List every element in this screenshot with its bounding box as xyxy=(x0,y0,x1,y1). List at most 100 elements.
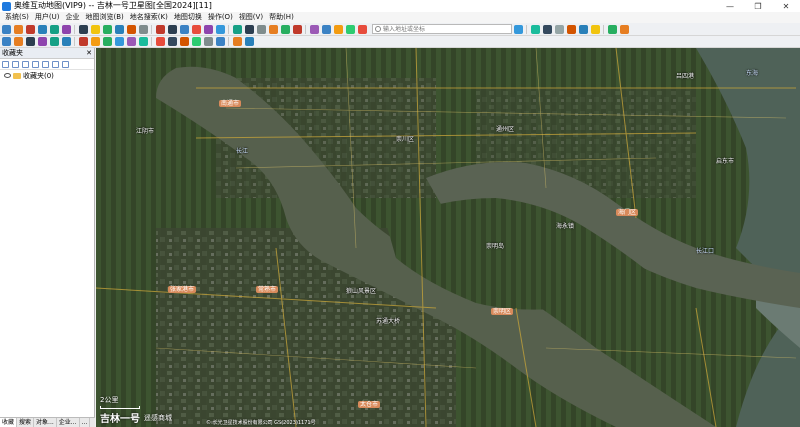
toolbar-tool-icon[interactable] xyxy=(61,24,71,34)
toolbar-tool-icon[interactable] xyxy=(191,24,201,34)
map-label-poi[interactable]: 吕四港 xyxy=(676,73,694,80)
toolbar-tool-icon[interactable] xyxy=(78,37,88,46)
toolbar-tool-icon[interactable] xyxy=(309,24,319,34)
eye-icon[interactable] xyxy=(4,73,11,78)
menu-enterprise[interactable]: 企业 xyxy=(63,12,83,23)
toolbar-tool-icon[interactable] xyxy=(566,24,576,34)
toolbar-tool-icon[interactable] xyxy=(1,37,11,46)
toolbar-tool-icon[interactable] xyxy=(114,37,124,46)
tab-objects[interactable]: 对象... xyxy=(34,418,57,427)
toolbar-tool-icon[interactable] xyxy=(345,24,355,34)
toolbar-tool-icon[interactable] xyxy=(155,37,165,46)
toolbar-tool-icon[interactable] xyxy=(155,24,165,34)
toolbar-tool-icon[interactable] xyxy=(203,37,213,46)
toolbar-tool-icon[interactable] xyxy=(49,37,59,46)
toolbar-tool-icon[interactable] xyxy=(179,37,189,46)
map-label-poi[interactable]: 狼山风景区 xyxy=(346,288,376,295)
new-folder-icon[interactable] xyxy=(12,60,19,68)
toolbar-tool-icon[interactable] xyxy=(1,24,11,34)
menu-view[interactable]: 视图(V) xyxy=(236,12,266,23)
toolbar-tool-icon[interactable] xyxy=(232,37,242,46)
delete-icon[interactable] xyxy=(32,60,39,68)
menu-user[interactable]: 用户(U) xyxy=(32,12,63,23)
map-label-water[interactable]: 东海 xyxy=(746,70,758,77)
toolbar-tool-icon[interactable] xyxy=(357,24,367,34)
search-box[interactable] xyxy=(372,24,512,34)
tab-more[interactable]: ... xyxy=(80,418,91,427)
toolbar-tool-icon[interactable] xyxy=(333,24,343,34)
toolbar-tool-icon[interactable] xyxy=(167,37,177,46)
toolbar-tool-icon[interactable] xyxy=(90,37,100,46)
toolbar-tool-icon[interactable] xyxy=(126,37,136,46)
toolbar-tool-icon[interactable] xyxy=(102,24,112,34)
map-label-water[interactable]: 长江 xyxy=(236,148,248,155)
refresh-icon[interactable] xyxy=(2,60,9,68)
tab-search[interactable]: 搜索 xyxy=(17,418,35,427)
toolbar-tool-icon[interactable] xyxy=(138,37,148,46)
toolbar-tool-icon[interactable] xyxy=(78,24,88,34)
toolbar-tool-icon[interactable] xyxy=(90,24,100,34)
menu-system[interactable]: 系统(S) xyxy=(2,12,32,23)
toolbar-tool-icon[interactable] xyxy=(244,37,254,46)
panel-close-icon[interactable]: ✕ xyxy=(86,49,92,57)
minimize-button[interactable]: — xyxy=(716,0,744,12)
toolbar-tool-icon[interactable] xyxy=(61,37,71,46)
toolbar-tool-icon[interactable] xyxy=(256,24,266,34)
satellite-map[interactable]: 南通市 崇川区 通州区 海门区 常熟市 张家港市 江阴市 太仓市 崇明区 启东市… xyxy=(96,48,800,427)
map-label-district[interactable]: 崇明区 xyxy=(491,308,514,315)
toolbar-tool-icon[interactable] xyxy=(530,24,540,34)
toolbar-tool-icon[interactable] xyxy=(607,24,617,34)
toolbar-tool-icon[interactable] xyxy=(554,24,564,34)
map-label-district[interactable]: 海门区 xyxy=(616,209,639,216)
map-label-district[interactable]: 太仓市 xyxy=(358,401,381,408)
toolbar-tool-icon[interactable] xyxy=(321,24,331,34)
toolbar-tool-icon[interactable] xyxy=(37,37,47,46)
menu-map-switch[interactable]: 地图切换 xyxy=(171,12,205,23)
toolbar-tool-icon[interactable] xyxy=(203,24,213,34)
toolbar-tool-icon[interactable] xyxy=(513,24,523,34)
collapse-icon[interactable] xyxy=(52,60,59,68)
toolbar-tool-icon[interactable] xyxy=(244,24,254,34)
toolbar-tool-icon[interactable] xyxy=(25,37,35,46)
toolbar-tool-icon[interactable] xyxy=(49,24,59,34)
toolbar-tool-icon[interactable] xyxy=(215,37,225,46)
map-label-district[interactable]: 江阴市 xyxy=(136,128,154,135)
toolbar-tool-icon[interactable] xyxy=(590,24,600,34)
toolbar-tool-icon[interactable] xyxy=(102,37,112,46)
menu-map-browse[interactable]: 地图浏览(B) xyxy=(83,12,127,23)
toolbar-tool-icon[interactable] xyxy=(114,24,124,34)
toolbar-tool-icon[interactable] xyxy=(13,24,23,34)
map-label-district[interactable]: 南通市 xyxy=(219,100,242,107)
toolbar-tool-icon[interactable] xyxy=(542,24,552,34)
toolbar-tool-icon[interactable] xyxy=(292,24,302,34)
toolbar-tool-icon[interactable] xyxy=(268,24,278,34)
map-label-water[interactable]: 长江口 xyxy=(696,248,714,255)
toolbar-tool-icon[interactable] xyxy=(138,24,148,34)
toolbar-tool-icon[interactable] xyxy=(179,24,189,34)
expand-icon[interactable] xyxy=(42,60,49,68)
toolbar-tool-icon[interactable] xyxy=(619,24,629,34)
map-label-district[interactable]: 启东市 xyxy=(716,158,734,165)
toolbar-tool-icon[interactable] xyxy=(232,24,242,34)
menu-place-search[interactable]: 地名搜索(K) xyxy=(127,12,171,23)
toolbar-tool-icon[interactable] xyxy=(215,24,225,34)
tab-enterprise[interactable]: 企业... xyxy=(57,418,80,427)
tab-favorites[interactable]: 收藏 xyxy=(0,418,18,427)
toolbar-tool-icon[interactable] xyxy=(191,37,201,46)
toolbar-tool-icon[interactable] xyxy=(13,37,23,46)
menu-operation[interactable]: 操作(O) xyxy=(205,12,236,23)
maximize-button[interactable]: ❐ xyxy=(744,0,772,12)
map-label-poi[interactable]: 崇明岛 xyxy=(486,243,504,250)
close-button[interactable]: ✕ xyxy=(772,0,800,12)
map-label-district[interactable]: 张家港市 xyxy=(168,286,197,293)
toolbar-tool-icon[interactable] xyxy=(578,24,588,34)
search-input[interactable] xyxy=(383,25,508,33)
toolbar-tool-icon[interactable] xyxy=(167,24,177,34)
map-label-district[interactable]: 常熟市 xyxy=(256,286,279,293)
toolbar-tool-icon[interactable] xyxy=(126,24,136,34)
toolbar-tool-icon[interactable] xyxy=(37,24,47,34)
more-icon[interactable] xyxy=(62,60,69,68)
toolbar-tool-icon[interactable] xyxy=(280,24,290,34)
map-label-poi[interactable]: 苏通大桥 xyxy=(376,318,400,325)
map-label-district[interactable]: 通州区 xyxy=(496,126,514,133)
